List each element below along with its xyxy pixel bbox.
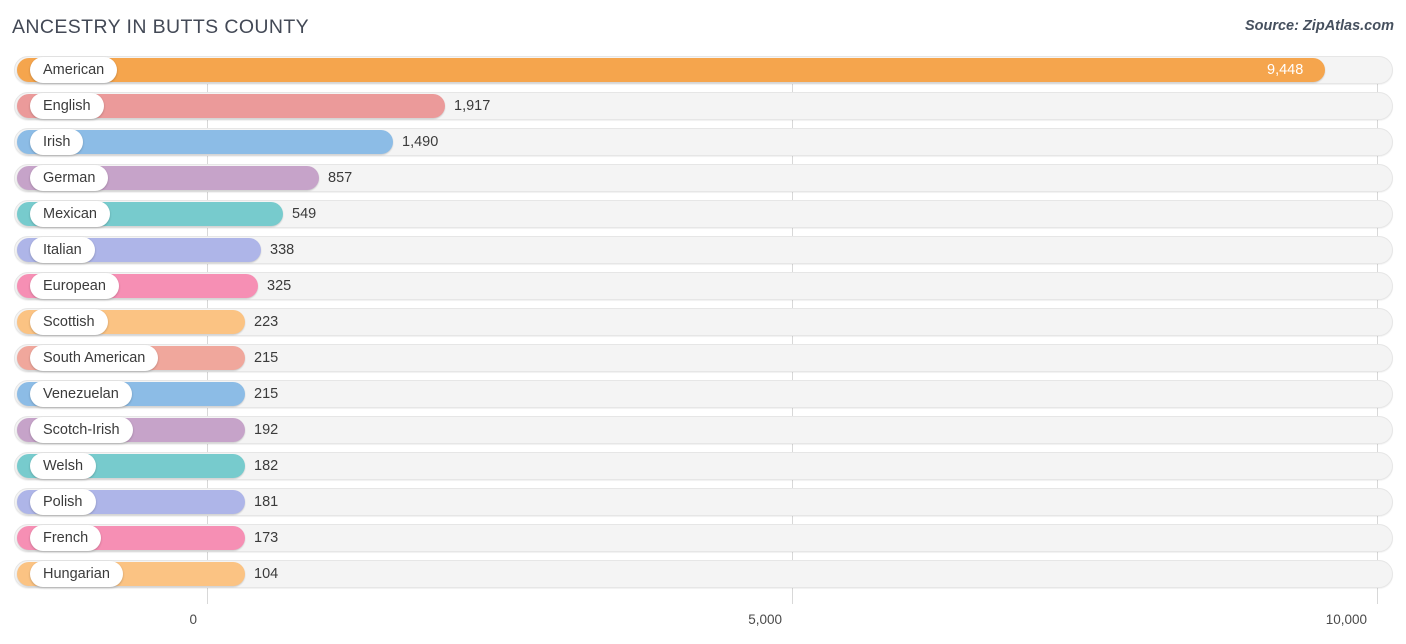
x-axis: 0 5,000 10,000 <box>0 604 1406 644</box>
axis-tick-label: 5,000 <box>748 612 782 627</box>
bar-value-label: 215 <box>254 350 279 366</box>
axis-tick-label: 0 <box>189 612 197 627</box>
bar-row[interactable]: Italian 338 <box>0 236 1406 264</box>
bar-value-label: 173 <box>254 530 279 546</box>
bar-category-label: Hungarian <box>30 561 123 587</box>
bar-category-label: Scottish <box>30 309 108 335</box>
bar-value-label: 181 <box>254 494 279 510</box>
bar-row[interactable]: Venezuelan 215 <box>0 380 1406 408</box>
bar-row[interactable]: Polish 181 <box>0 488 1406 516</box>
axis-tick-label: 10,000 <box>1325 612 1367 627</box>
bar-row[interactable]: Scottish 223 <box>0 308 1406 336</box>
source-attribution: Source: ZipAtlas.com <box>1244 18 1394 34</box>
bar-row[interactable]: American 9,448 <box>0 56 1406 84</box>
bar-row[interactable]: Mexican 549 <box>0 200 1406 228</box>
bar-value-label: 104 <box>254 566 279 582</box>
bar-category-label: European <box>30 273 119 299</box>
bar-row[interactable]: South American 215 <box>0 344 1406 372</box>
bar-category-label: French <box>30 525 102 551</box>
bar-row[interactable]: French 173 <box>0 524 1406 552</box>
bar-category-label: Venezuelan <box>30 381 132 407</box>
bar-category-label: Mexican <box>30 201 110 227</box>
bar-category-label: Irish <box>30 129 84 155</box>
bar-category-label: Polish <box>30 489 96 515</box>
chart-plot-area: American 9,448 English 1,917 Irish 1,490 Germa… <box>0 56 1406 604</box>
bar-value-label: 192 <box>254 422 279 438</box>
bar-value-label: 215 <box>254 386 279 402</box>
bar-value-label: 857 <box>328 170 353 186</box>
bar-row[interactable]: Welsh 182 <box>0 452 1406 480</box>
bar-value-label: 9,448 <box>1267 62 1304 78</box>
bar-row[interactable]: German 857 <box>0 164 1406 192</box>
bar-value-label: 223 <box>254 314 279 330</box>
bar-category-label: South American <box>30 345 159 371</box>
bar-row[interactable]: Hungarian 104 <box>0 560 1406 588</box>
chart-header: ANCESTRY IN BUTTS COUNTY Source: ZipAtla… <box>0 0 1406 56</box>
bar-row[interactable]: Irish 1,490 <box>0 128 1406 156</box>
page-title: ANCESTRY IN BUTTS COUNTY <box>12 16 310 38</box>
bar-category-label: English <box>30 93 104 119</box>
bar-value-label: 338 <box>270 242 295 258</box>
bar-category-label: Welsh <box>30 453 97 479</box>
bar-value-label: 1,490 <box>402 134 439 150</box>
bar-category-label: American <box>30 57 118 83</box>
bar-rows: American 9,448 English 1,917 Irish 1,490 Germa… <box>0 56 1406 596</box>
bar-value-label: 182 <box>254 458 279 474</box>
bar[interactable] <box>17 58 1325 82</box>
bar-category-label: Italian <box>30 237 95 263</box>
bar-row[interactable]: European 325 <box>0 272 1406 300</box>
bar-category-label: Scotch-Irish <box>30 417 133 443</box>
bar-row[interactable]: English 1,917 <box>0 92 1406 120</box>
bar-value-label: 549 <box>292 206 317 222</box>
bar-row[interactable]: Scotch-Irish 192 <box>0 416 1406 444</box>
bar-value-label: 1,917 <box>454 98 491 114</box>
bar-value-label: 325 <box>267 278 292 294</box>
bar-category-label: German <box>30 165 109 191</box>
